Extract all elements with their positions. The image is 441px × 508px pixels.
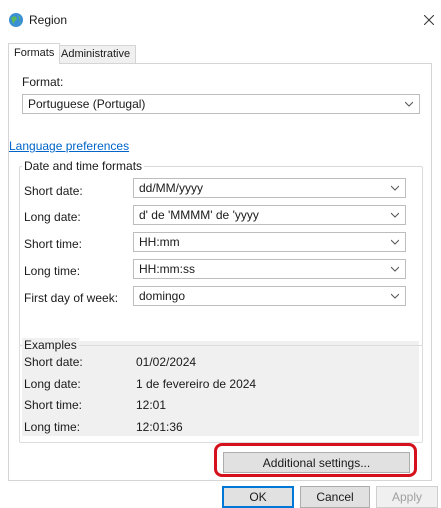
long-time-dropdown[interactable]: HH:mm:ss — [133, 259, 406, 279]
close-button[interactable] — [417, 8, 441, 32]
language-preferences-link[interactable]: Language preferences — [9, 139, 129, 153]
long-date-dropdown[interactable]: d' de 'MMMM' de 'yyyy — [133, 205, 406, 225]
format-value: Portuguese (Portugal) — [28, 97, 146, 111]
first-day-of-week-dropdown[interactable]: domingo — [133, 286, 406, 306]
short-time-label: Short time: — [24, 237, 83, 251]
first-day-of-week-value: domingo — [139, 289, 186, 303]
example-long-time-value: 12:01:36 — [136, 420, 183, 434]
ok-button[interactable]: OK — [222, 486, 294, 508]
title-bar: Region — [0, 0, 441, 40]
example-short-time-value: 12:01 — [136, 398, 167, 412]
example-short-date-label: Short date: — [24, 355, 83, 369]
formats-panel: Format: Portuguese (Portugal) Language p… — [8, 63, 432, 481]
chevron-down-icon — [391, 239, 399, 245]
chevron-down-icon — [391, 212, 399, 218]
tab-administrative[interactable]: Administrative — [55, 45, 137, 63]
long-time-label: Long time: — [24, 264, 81, 278]
long-date-value: d' de 'MMMM' de 'yyyy — [139, 208, 259, 222]
example-long-date-value: 1 de fevereiro de 2024 — [136, 377, 257, 391]
close-icon — [423, 14, 435, 26]
example-long-date-label: Long date: — [24, 377, 81, 391]
highlight-annotation — [214, 443, 417, 477]
chevron-down-icon — [391, 266, 399, 272]
date-time-formats-title: Date and time formats — [22, 159, 145, 173]
short-date-dropdown[interactable]: dd/MM/yyyy — [133, 178, 406, 198]
cancel-button[interactable]: Cancel — [300, 486, 370, 508]
window-title: Region — [29, 13, 68, 27]
globe-icon — [8, 12, 24, 28]
short-time-value: HH:mm — [139, 235, 180, 249]
example-short-time-label: Short time: — [24, 398, 83, 412]
long-time-value: HH:mm:ss — [139, 262, 195, 276]
format-label: Format: — [22, 75, 64, 89]
tab-formats[interactable]: Formats — [8, 43, 61, 64]
first-day-of-week-label: First day of week: — [24, 291, 119, 305]
chevron-down-icon — [391, 293, 399, 299]
short-date-value: dd/MM/yyyy — [139, 181, 204, 195]
long-date-label: Long date: — [24, 210, 81, 224]
example-short-date-value: 01/02/2024 — [136, 355, 197, 369]
short-time-dropdown[interactable]: HH:mm — [133, 232, 406, 252]
chevron-down-icon — [391, 185, 399, 191]
tab-strip: Formats Administrative — [8, 43, 438, 64]
format-dropdown[interactable]: Portuguese (Portugal) — [22, 94, 420, 114]
examples-title: Examples — [22, 338, 79, 352]
apply-button[interactable]: Apply — [376, 486, 438, 508]
chevron-down-icon — [405, 101, 413, 107]
short-date-label: Short date: — [24, 184, 83, 198]
example-long-time-label: Long time: — [24, 420, 81, 434]
